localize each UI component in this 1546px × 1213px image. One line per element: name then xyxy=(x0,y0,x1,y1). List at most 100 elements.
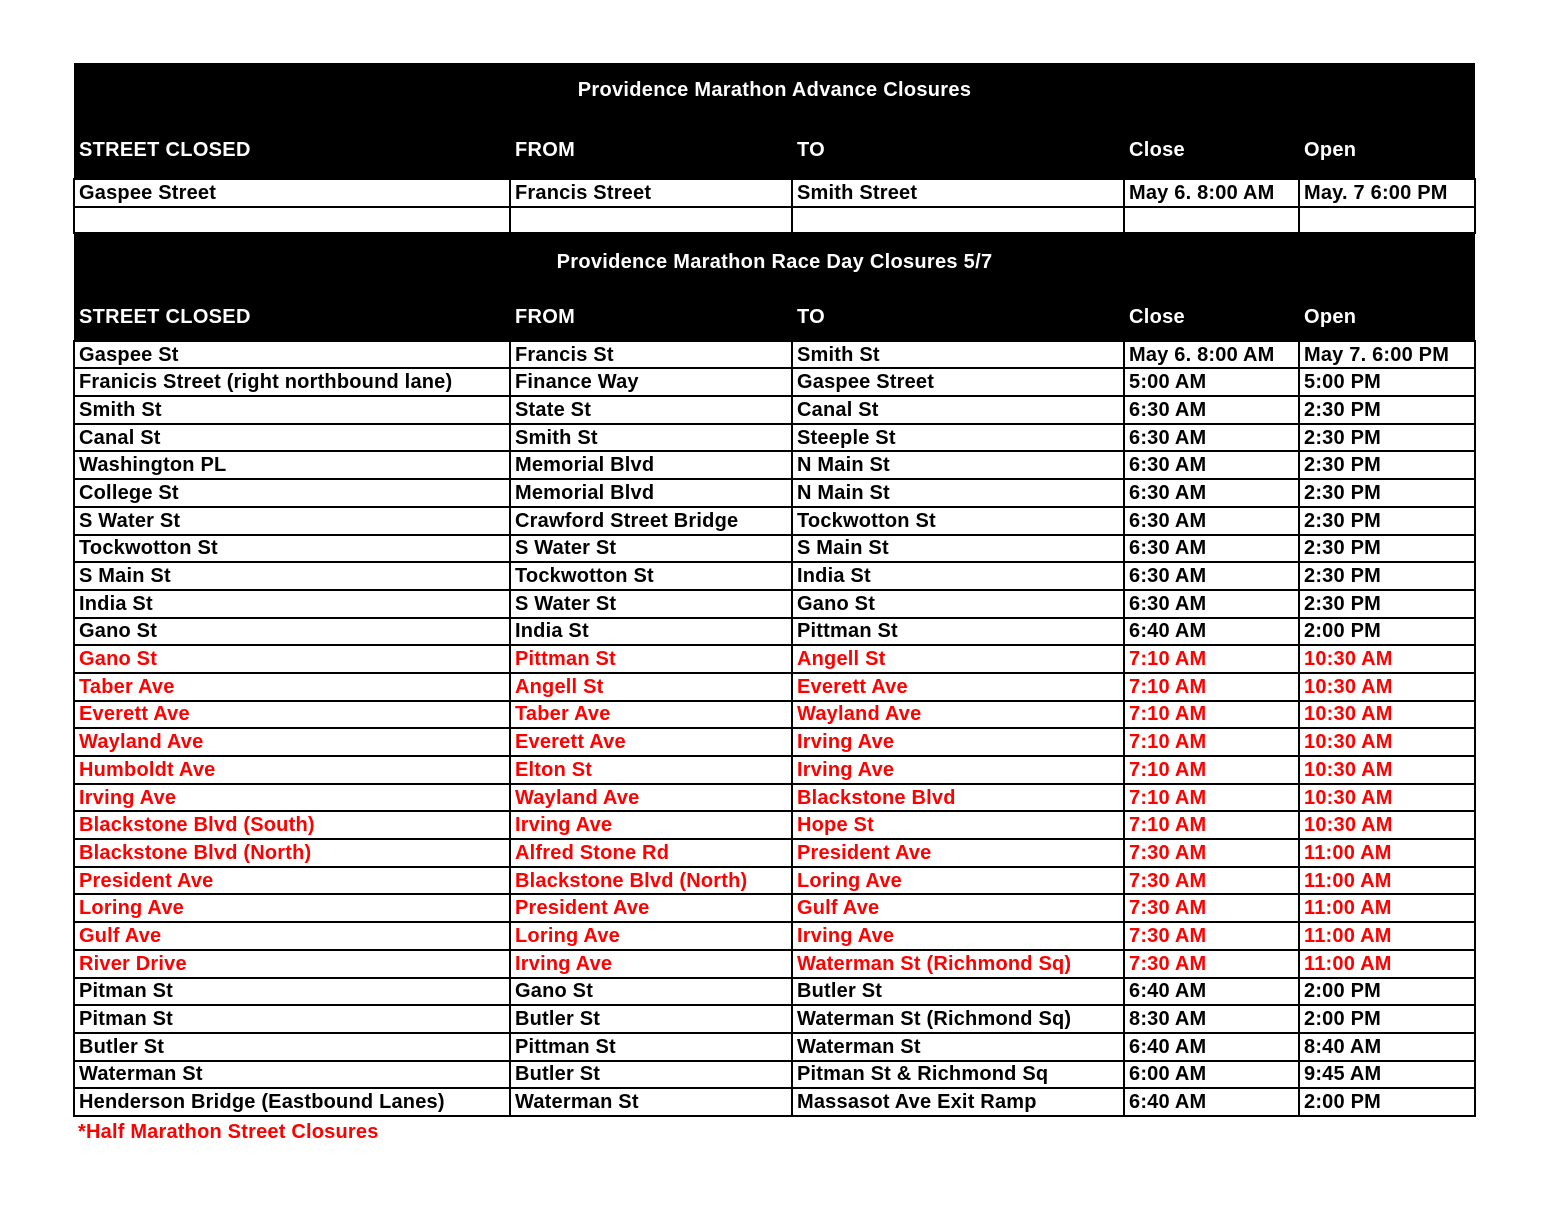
street-closed-cell: Pitman St xyxy=(73,976,511,1007)
open-time-cell: 10:30 AM xyxy=(1298,727,1476,757)
from-cell: Irving Ave xyxy=(509,810,793,841)
closure-row: Loring Ave President Ave Gulf Ave 7:30 AM 11… xyxy=(73,893,1476,924)
column-header-street-closed: STREET CLOSED xyxy=(74,291,510,341)
to-cell: Tockwotton St xyxy=(791,505,1125,536)
advance-header-row: STREET CLOSED FROM TO Close Open xyxy=(74,118,1475,179)
from-cell: Francis St xyxy=(509,339,793,370)
open-time-cell: 10:30 AM xyxy=(1298,810,1476,841)
open-time-cell: May 7. 6:00 PM xyxy=(1298,339,1476,370)
close-time-cell: May 6. 8:00 AM xyxy=(1123,178,1300,208)
closure-row: Wayland Ave Everett Ave Irving Ave 7:10 AM 1… xyxy=(73,727,1476,757)
open-time-cell: 2:30 PM xyxy=(1298,422,1476,453)
to-cell: Wayland Ave xyxy=(791,699,1125,730)
to-cell: Angell St xyxy=(791,644,1125,674)
open-time-cell: 9:45 AM xyxy=(1298,1059,1476,1090)
to-cell: Pittman St xyxy=(791,616,1125,647)
to-cell: Gano St xyxy=(791,588,1125,619)
close-time-cell: 7:30 AM xyxy=(1123,838,1300,868)
street-closed-cell: Gaspee St xyxy=(73,339,511,370)
from-cell: Angell St xyxy=(509,671,793,702)
to-cell: Everett Ave xyxy=(791,671,1125,702)
from-cell: Alfred Stone Rd xyxy=(509,838,793,868)
from-cell: Memorial Blvd xyxy=(509,450,793,481)
to-cell: Pitman St & Richmond Sq xyxy=(791,1059,1125,1090)
closure-row: Gaspee St Francis St Smith St May 6. 8:00 A… xyxy=(73,339,1476,370)
open-time-cell: 10:30 AM xyxy=(1298,782,1476,813)
street-closed-cell: River Drive xyxy=(73,948,511,979)
closure-row: Blackstone Blvd (North) Alfred Stone Rd Pr… xyxy=(73,838,1476,868)
street-closed-cell: Gano St xyxy=(73,644,511,674)
street-closed-cell: Smith St xyxy=(73,395,511,425)
to-cell: Irving Ave xyxy=(791,921,1125,951)
closures-table: Providence Marathon Advance Closures STR… xyxy=(73,63,1476,1117)
open-time-cell: 2:00 PM xyxy=(1298,616,1476,647)
close-time-cell: 7:30 AM xyxy=(1123,893,1300,924)
from-cell: State St xyxy=(509,395,793,425)
race-day-closures-title: Providence Marathon Race Day Closures 5/… xyxy=(74,232,1475,292)
street-closed-cell: Tockwotton St xyxy=(73,533,511,564)
open-time-cell: 11:00 AM xyxy=(1298,893,1476,924)
from-cell: Waterman St xyxy=(509,1087,793,1117)
street-closed-cell: Wayland Ave xyxy=(73,727,511,757)
to-cell: Massasot Ave Exit Ramp xyxy=(791,1087,1125,1117)
from-cell: Wayland Ave xyxy=(509,782,793,813)
closure-row: River Drive Irving Ave Waterman St (Richmo… xyxy=(73,948,1476,979)
street-closed-cell: Gano St xyxy=(73,616,511,647)
to-cell: N Main St xyxy=(791,478,1125,508)
column-header-close: Close xyxy=(1124,291,1299,341)
from-cell xyxy=(509,205,793,234)
open-time-cell: 11:00 AM xyxy=(1298,865,1476,896)
column-header-to: TO xyxy=(792,291,1124,341)
open-time-cell: 11:00 AM xyxy=(1298,948,1476,979)
close-time-cell: 7:10 AM xyxy=(1123,810,1300,841)
to-cell: Waterman St xyxy=(791,1031,1125,1062)
street-closed-cell: Blackstone Blvd (South) xyxy=(73,810,511,841)
from-cell: Tockwotton St xyxy=(509,561,793,591)
open-time-cell: 10:30 AM xyxy=(1298,644,1476,674)
from-cell: India St xyxy=(509,616,793,647)
closure-row: Butler St Pittman St Waterman St 6:40 AM 8:4… xyxy=(73,1031,1476,1062)
closure-row: Pitman St Butler St Waterman St (Richmond … xyxy=(73,1004,1476,1034)
close-time-cell: 8:30 AM xyxy=(1123,1004,1300,1034)
to-cell: India St xyxy=(791,561,1125,591)
from-cell: Finance Way xyxy=(509,367,793,398)
close-time-cell: 6:40 AM xyxy=(1123,1031,1300,1062)
from-cell: Elton St xyxy=(509,755,793,785)
to-cell: Irving Ave xyxy=(791,755,1125,785)
open-time-cell: 10:30 AM xyxy=(1298,699,1476,730)
to-cell: Hope St xyxy=(791,810,1125,841)
race-day-header-row: STREET CLOSED FROM TO Close Open xyxy=(74,291,1475,341)
close-time-cell: 7:10 AM xyxy=(1123,755,1300,785)
close-time-cell: 6:00 AM xyxy=(1123,1059,1300,1090)
street-closed-cell: Butler St xyxy=(73,1031,511,1062)
to-cell: Smith St xyxy=(791,339,1125,370)
close-time-cell: 7:10 AM xyxy=(1123,782,1300,813)
closure-row: Pitman St Gano St Butler St 6:40 AM 2:00 PM xyxy=(73,976,1476,1007)
street-closed-cell: Waterman St xyxy=(73,1059,511,1090)
street-closed-cell: College St xyxy=(73,478,511,508)
street-closed-cell: S Main St xyxy=(73,561,511,591)
to-cell xyxy=(791,205,1125,234)
close-time-cell: 6:40 AM xyxy=(1123,976,1300,1007)
street-closed-cell: Loring Ave xyxy=(73,893,511,924)
street-closed-cell: Everett Ave xyxy=(73,699,511,730)
open-time-cell: 5:00 PM xyxy=(1298,367,1476,398)
street-closed-cell: Franicis Street (right northbound lane) xyxy=(73,367,511,398)
close-time-cell: 6:30 AM xyxy=(1123,533,1300,564)
closure-row: Henderson Bridge (Eastbound Lanes) Waterm… xyxy=(73,1087,1476,1117)
street-closed-cell: Blackstone Blvd (North) xyxy=(73,838,511,868)
street-closed-cell: Gulf Ave xyxy=(73,921,511,951)
close-time-cell: 6:30 AM xyxy=(1123,561,1300,591)
closure-row: College St Memorial Blvd N Main St 6:30 AM 2… xyxy=(73,478,1476,508)
to-cell: Butler St xyxy=(791,976,1125,1007)
close-time-cell: 6:30 AM xyxy=(1123,505,1300,536)
to-cell: Waterman St (Richmond Sq) xyxy=(791,948,1125,979)
from-cell: Pittman St xyxy=(509,644,793,674)
from-cell: S Water St xyxy=(509,533,793,564)
street-closed-cell xyxy=(73,205,511,234)
close-time-cell: 6:30 AM xyxy=(1123,450,1300,481)
open-time-cell: 2:30 PM xyxy=(1298,478,1476,508)
from-cell: Blackstone Blvd (North) xyxy=(509,865,793,896)
from-cell: Memorial Blvd xyxy=(509,478,793,508)
to-cell: Blackstone Blvd xyxy=(791,782,1125,813)
